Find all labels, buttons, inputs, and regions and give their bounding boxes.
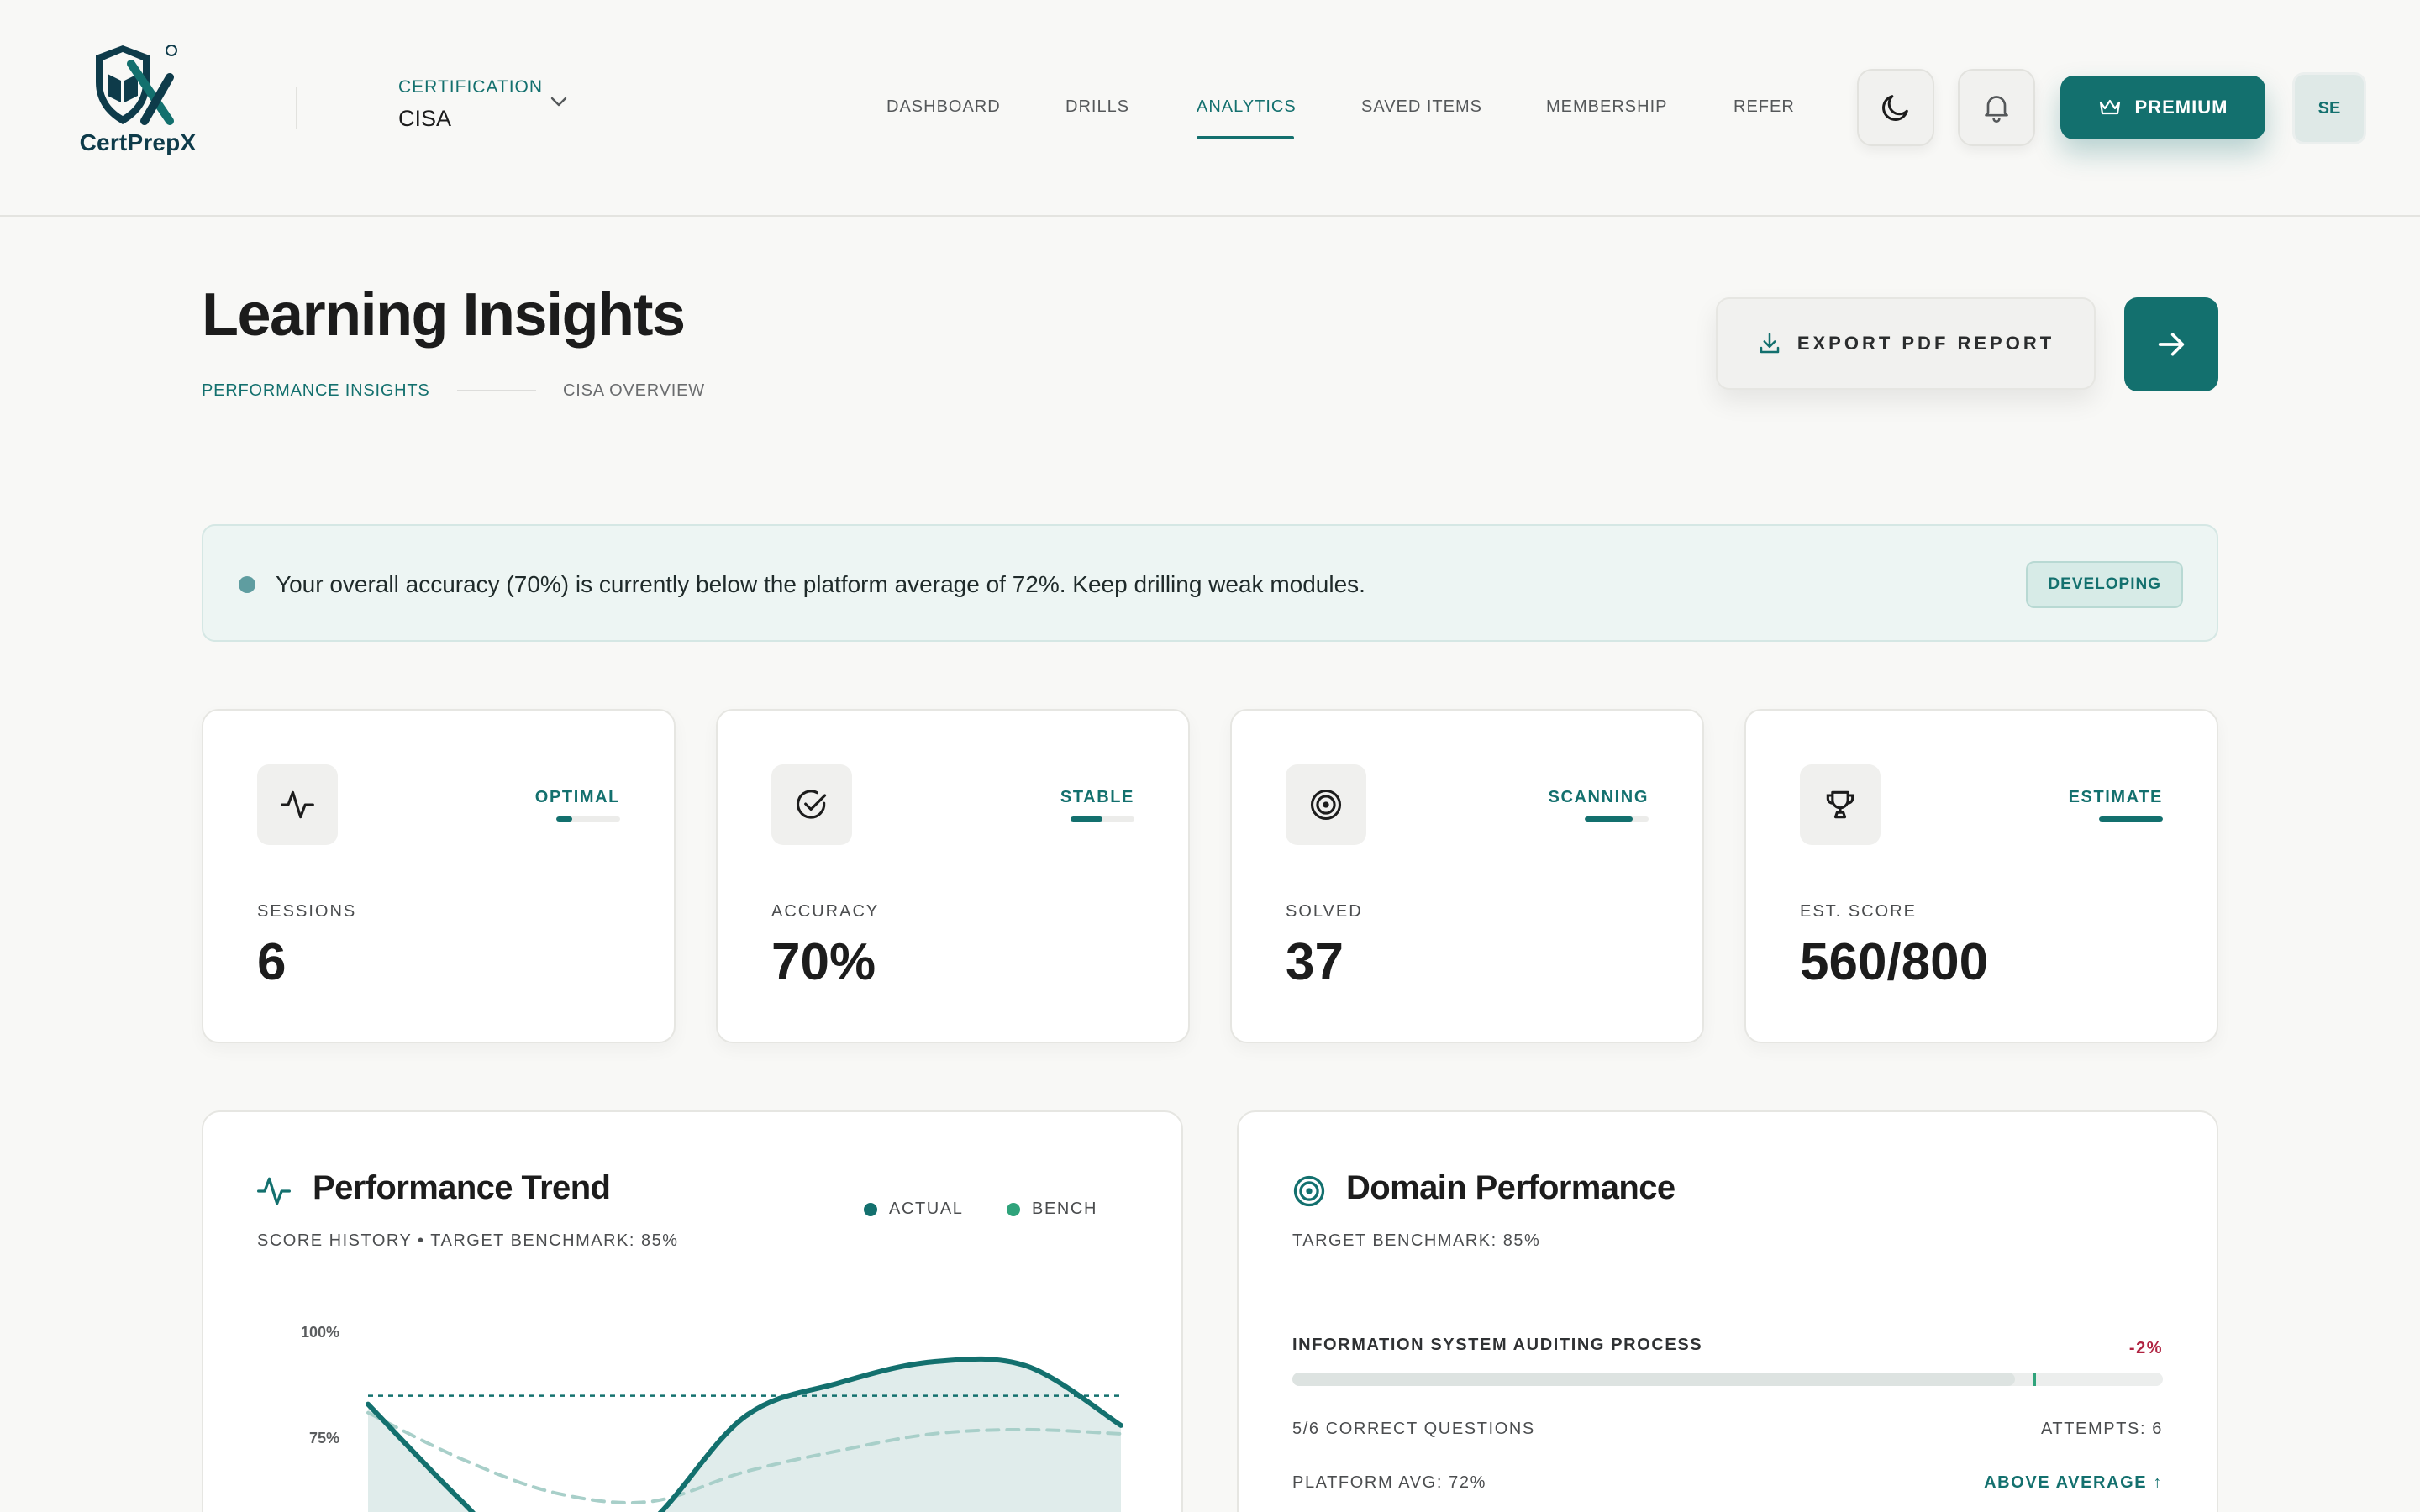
domain-performance-panel: Domain Performance TARGET BENCHMARK: 85%… — [1237, 1110, 2218, 1512]
stat-icon-box — [771, 764, 852, 845]
arrow-right-icon — [2158, 333, 2185, 356]
nav-item-refer[interactable]: REFER — [1733, 97, 1795, 117]
stat-progress-fill — [1071, 816, 1102, 822]
domain-progress-track — [1292, 1373, 2163, 1386]
benchmark-marker — [2032, 1373, 2036, 1386]
domain-platform-avg: PLATFORM AVG: 72% — [1292, 1473, 1486, 1492]
stat-label: ACCURACY — [771, 902, 880, 921]
domain-delta: -2% — [2128, 1339, 2163, 1357]
breadcrumb-separator — [457, 390, 536, 391]
stat-status: SCANNING — [1548, 788, 1649, 806]
panel-title: Domain Performance — [1346, 1169, 1676, 1206]
domain-comparison: ABOVE AVERAGE ↑ — [1984, 1473, 2163, 1492]
domain-name: INFORMATION SYSTEM AUDITING PROCESS — [1292, 1336, 1703, 1354]
nav-item-analytics[interactable]: ANALYTICS — [1197, 97, 1297, 117]
trophy-icon — [1826, 790, 1854, 819]
crown-icon — [2099, 99, 2120, 115]
certification-value: CISA — [398, 106, 452, 131]
stat-card-sessions: OPTIMAL SESSIONS 6 — [202, 709, 676, 1043]
alert-indicator-dot — [239, 576, 255, 593]
stat-value: 560/800 — [1800, 933, 1989, 991]
stat-progress-track — [1071, 816, 1134, 822]
actual-area — [368, 1358, 1121, 1512]
breadcrumb-cisa-overview[interactable]: CISA OVERVIEW — [563, 381, 705, 401]
stat-status: ESTIMATE — [2068, 788, 2163, 806]
theme-toggle-button[interactable] — [1857, 69, 1934, 146]
panel-subtitle: TARGET BENCHMARK: 85% — [1292, 1231, 1541, 1250]
stat-value: 6 — [257, 933, 287, 991]
stat-progress-fill — [2099, 816, 2163, 822]
nav-item-drills[interactable]: DRILLS — [1065, 97, 1129, 117]
domain-attempts: ATTEMPTS: 6 — [2040, 1420, 2163, 1438]
download-icon — [1760, 333, 1780, 354]
shield-logo-icon — [96, 45, 177, 125]
top-header: CertPrepX CERTIFICATION CISA DASHBOARD D… — [0, 0, 2420, 217]
stat-icon-box — [1800, 764, 1881, 845]
next-button[interactable] — [2124, 297, 2218, 391]
check-circle-icon — [797, 790, 827, 819]
stat-value: 70% — [771, 933, 876, 991]
header-divider — [296, 87, 297, 129]
performance-trend-chart: 100% 75% — [301, 1324, 1123, 1512]
stat-status: OPTIMAL — [534, 788, 620, 806]
alert-text: Your overall accuracy (70%) is currently… — [276, 571, 1365, 597]
stat-card-est-score: ESTIMATE EST. SCORE 560/800 — [1744, 709, 2218, 1043]
export-pdf-label: EXPORT PDF REPORT — [1797, 333, 2055, 354]
stat-progress-fill — [556, 816, 572, 822]
stat-label: SESSIONS — [257, 902, 357, 921]
y-tick-label: 100% — [301, 1324, 339, 1341]
bell-icon — [1985, 96, 2008, 123]
stat-progress-fill — [1585, 816, 1633, 822]
stat-progress-track — [1585, 816, 1649, 822]
accuracy-alert: Your overall accuracy (70%) is currently… — [202, 524, 2218, 642]
certification-selector[interactable]: CERTIFICATION CISA — [398, 77, 543, 132]
performance-trend-panel: Performance Trend SCORE HISTORY • TARGET… — [202, 1110, 1183, 1512]
brand-logo[interactable]: CertPrepX — [71, 44, 205, 161]
export-pdf-button[interactable]: EXPORT PDF REPORT — [1716, 297, 2096, 390]
stat-progress-track — [556, 816, 620, 822]
domain-correct-questions: 5/6 CORRECT QUESTIONS — [1292, 1420, 1535, 1438]
nav-item-membership[interactable]: MEMBERSHIP — [1546, 97, 1667, 117]
certification-label: CERTIFICATION — [398, 77, 544, 97]
stat-icon-box — [1286, 764, 1366, 845]
user-avatar[interactable]: SE — [2292, 72, 2366, 144]
page-title: Learning Insights — [202, 281, 686, 349]
y-tick-label: 75% — [309, 1430, 339, 1446]
stat-progress-track — [2099, 816, 2163, 822]
target-icon — [1293, 1175, 1325, 1207]
premium-button[interactable]: PREMIUM — [2060, 76, 2265, 139]
premium-label: PREMIUM — [2134, 97, 2228, 118]
alert-status-badge: DEVELOPING — [2026, 561, 2183, 608]
stat-icon-box — [257, 764, 338, 845]
stat-status: STABLE — [1060, 788, 1134, 806]
stat-value: 37 — [1286, 933, 1344, 991]
brand-name: CertPrepX — [79, 129, 197, 155]
nav-item-dashboard[interactable]: DASHBOARD — [886, 97, 1001, 117]
moon-icon — [1882, 95, 1908, 121]
target-icon — [1310, 789, 1342, 821]
stat-label: SOLVED — [1286, 902, 1363, 921]
activity-icon — [281, 790, 314, 819]
stat-card-solved: SCANNING SOLVED 37 — [1230, 709, 1704, 1043]
stat-label: EST. SCORE — [1800, 902, 1917, 921]
stat-card-accuracy: STABLE ACCURACY 70% — [716, 709, 1190, 1043]
notifications-button[interactable] — [1958, 69, 2035, 146]
breadcrumb-performance-insights[interactable]: PERFORMANCE INSIGHTS — [202, 381, 430, 401]
chevron-down-icon[interactable] — [550, 96, 568, 108]
active-nav-indicator — [1197, 136, 1294, 139]
nav-item-saved-items[interactable]: SAVED ITEMS — [1361, 97, 1482, 117]
domain-progress-fill — [1292, 1373, 2015, 1386]
